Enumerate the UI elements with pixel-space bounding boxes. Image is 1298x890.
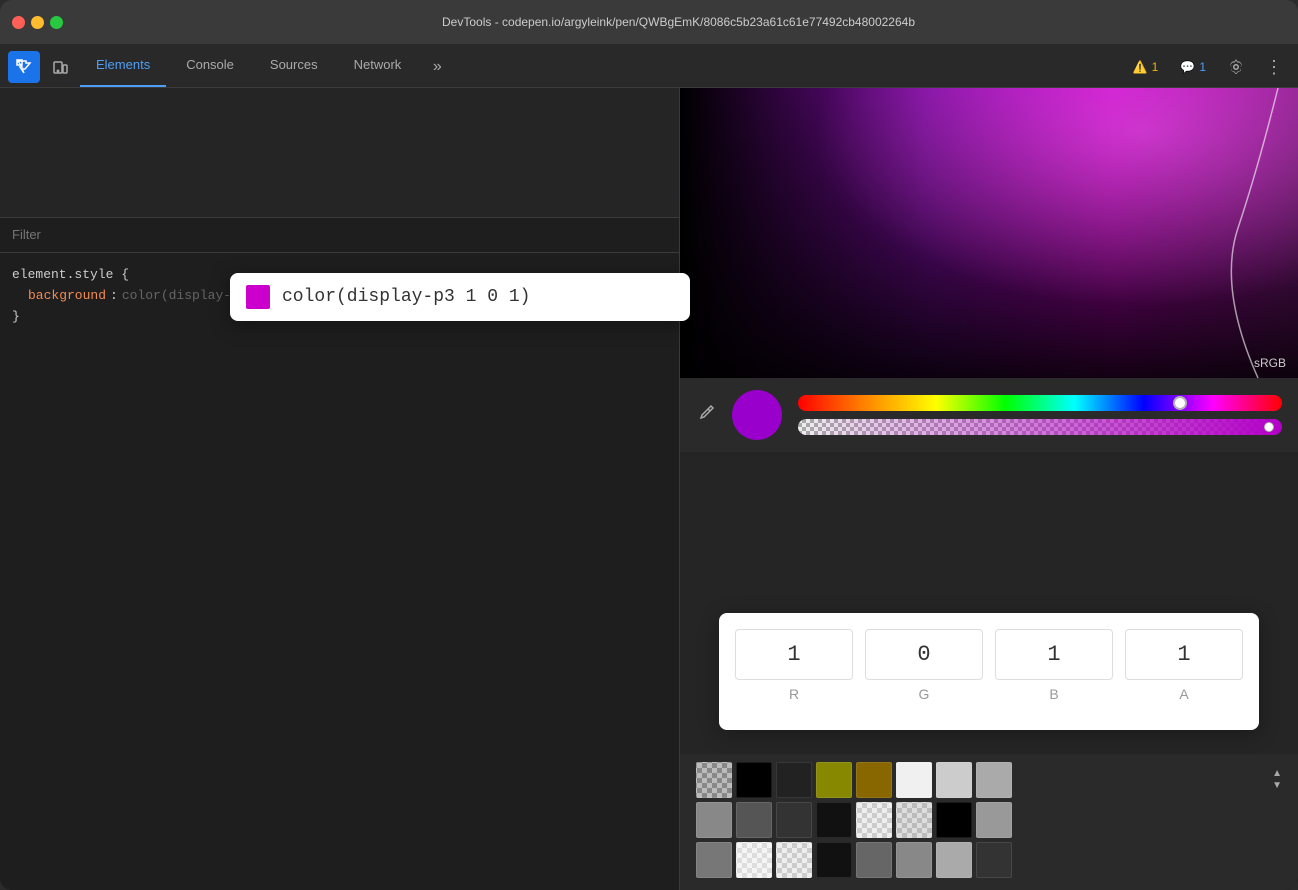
more-options-icon[interactable]: ⋮ xyxy=(1258,51,1290,83)
a-field: A xyxy=(1125,629,1243,702)
filter-bar xyxy=(0,218,679,253)
swatch-gray2[interactable] xyxy=(976,762,1012,798)
swatch-down-arrow[interactable]: ▼ xyxy=(1272,781,1282,791)
g-input[interactable] xyxy=(865,629,983,680)
toolbar-right: ⚠️ 1 💬 1 ⋮ xyxy=(1125,51,1290,83)
settings-icon[interactable] xyxy=(1220,51,1252,83)
swatch-up-arrow[interactable]: ▲ xyxy=(1272,769,1282,779)
swatch-gray5[interactable] xyxy=(696,842,732,878)
slider-area xyxy=(798,395,1282,435)
messages-badge[interactable]: 💬 1 xyxy=(1172,56,1214,78)
a-input[interactable] xyxy=(1125,629,1243,680)
filter-input[interactable] xyxy=(12,227,667,242)
warnings-badge[interactable]: ⚠️ 1 xyxy=(1125,56,1167,78)
devtools-body: element.style { background : color(displ… xyxy=(0,88,1298,890)
tab-console[interactable]: Console xyxy=(170,44,250,87)
color-gradient-area[interactable]: sRGB xyxy=(680,88,1298,378)
window-title: DevTools - codepen.io/argyleink/pen/QWBg… xyxy=(71,15,1286,29)
more-tabs-button[interactable]: » xyxy=(421,51,453,83)
swatch-checker2[interactable] xyxy=(856,802,892,838)
swatch-checkered[interactable] xyxy=(696,762,732,798)
swatch-brown[interactable] xyxy=(856,762,892,798)
swatch-gray6[interactable] xyxy=(856,842,892,878)
close-button[interactable] xyxy=(12,16,25,29)
swatch-black1[interactable] xyxy=(736,762,772,798)
swatch-gray3[interactable] xyxy=(696,802,732,838)
swatch-dark4[interactable] xyxy=(976,842,1012,878)
tab-sources[interactable]: Sources xyxy=(254,44,334,87)
right-panel: sRGB xyxy=(680,88,1298,890)
device-mode-icon[interactable] xyxy=(44,51,76,83)
minimize-button[interactable] xyxy=(31,16,44,29)
color-tooltip: color(display-p3 1 0 1) xyxy=(230,273,690,321)
left-panel: element.style { background : color(displ… xyxy=(0,88,680,890)
inspector-icon[interactable] xyxy=(8,51,40,83)
srgb-label: sRGB xyxy=(1254,356,1286,370)
css-property: background xyxy=(28,286,106,307)
r-field: R xyxy=(735,629,853,702)
tab-network[interactable]: Network xyxy=(338,44,418,87)
b-input[interactable] xyxy=(995,629,1113,680)
swatch-light-checker2[interactable] xyxy=(776,842,812,878)
swatch-gray4[interactable] xyxy=(976,802,1012,838)
css-panel: element.style { background : color(displ… xyxy=(0,253,679,890)
eyedropper-icon[interactable] xyxy=(696,403,716,428)
maximize-button[interactable] xyxy=(50,16,63,29)
swatch-black4[interactable] xyxy=(816,842,852,878)
rgba-inputs-popup: R G B A xyxy=(719,613,1259,730)
swatch-black3[interactable] xyxy=(936,802,972,838)
tab-elements[interactable]: Elements xyxy=(80,44,166,87)
swatch-gray7[interactable] xyxy=(896,842,932,878)
r-input[interactable] xyxy=(735,629,853,680)
html-tree-area xyxy=(0,88,679,218)
alpha-slider[interactable] xyxy=(798,419,1282,435)
swatch-checker3[interactable] xyxy=(896,802,932,838)
a-label: A xyxy=(1179,686,1188,702)
b-label: B xyxy=(1049,686,1058,702)
swatch-dark3[interactable] xyxy=(776,802,812,838)
hue-slider[interactable] xyxy=(798,395,1282,411)
swatch-gray8[interactable] xyxy=(936,842,972,878)
swatch-scroll[interactable]: ▲ ▼ xyxy=(1272,769,1282,791)
swatch-dark2[interactable] xyxy=(736,802,772,838)
swatch-light-checker1[interactable] xyxy=(736,842,772,878)
color-swatch-small[interactable] xyxy=(246,285,270,309)
r-label: R xyxy=(789,686,799,702)
swatches-area: ▲ ▼ xyxy=(680,754,1298,890)
color-preview-circle xyxy=(732,390,782,440)
traffic-lights xyxy=(12,16,63,29)
picker-controls xyxy=(680,378,1298,452)
swatch-dark1[interactable] xyxy=(776,762,812,798)
color-tooltip-text: color(display-p3 1 0 1) xyxy=(282,287,530,307)
b-field: B xyxy=(995,629,1113,702)
warning-icon: ⚠️ xyxy=(1133,60,1148,74)
devtools-window: DevTools - codepen.io/argyleink/pen/QWBg… xyxy=(0,0,1298,890)
title-bar: DevTools - codepen.io/argyleink/pen/QWBg… xyxy=(0,0,1298,44)
swatches-row-1: ▲ ▼ xyxy=(696,762,1282,798)
swatch-gray1[interactable] xyxy=(936,762,972,798)
gradient-curve-svg xyxy=(1098,88,1298,378)
swatches-row-3 xyxy=(696,842,1282,878)
devtools-toolbar: Elements Console Sources Network » ⚠️ 1 … xyxy=(0,44,1298,88)
g-label: G xyxy=(919,686,930,702)
swatch-black2[interactable] xyxy=(816,802,852,838)
g-field: G xyxy=(865,629,983,702)
rgba-row: R G B A xyxy=(735,629,1243,702)
swatches-row-2 xyxy=(696,802,1282,838)
swatch-olive[interactable] xyxy=(816,762,852,798)
chat-icon: 💬 xyxy=(1180,60,1195,74)
swatch-light1[interactable] xyxy=(896,762,932,798)
